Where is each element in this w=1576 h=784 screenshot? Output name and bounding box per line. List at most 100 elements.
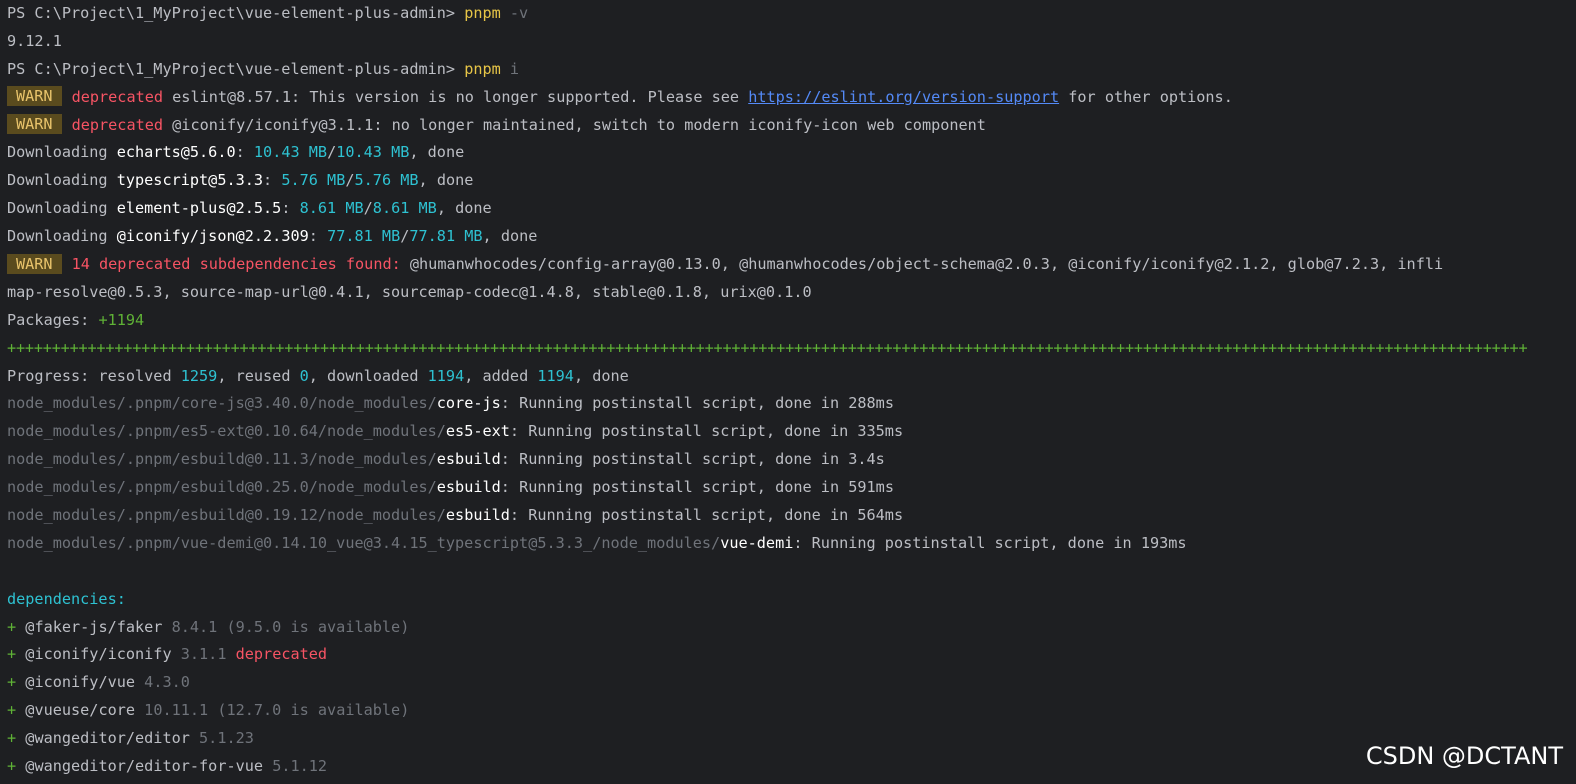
dependency-item: + @vueuse/core 10.11.1 (12.7.0 is availa… (0, 697, 1576, 725)
warn-message-tail: for other options. (1059, 87, 1233, 106)
terminal-line-version-output: 9.12.1 (0, 28, 1576, 56)
download-size-total: 8.61 MB (372, 199, 437, 218)
download-package: typescript@5.3.3 (116, 171, 264, 190)
dependency-name: @wangeditor/editor (25, 729, 190, 748)
terminal-line-download: Downloading element-plus@2.5.5: 8.61 MB/… (0, 195, 1576, 223)
download-size-current: 77.81 MB (327, 227, 401, 246)
download-status: , done (436, 199, 492, 218)
terminal-line-dependencies-heading: dependencies: (0, 586, 1576, 614)
dependency-version: 5.1.12 (263, 757, 328, 776)
command-name: pnpm (464, 59, 501, 78)
separator: : (235, 143, 254, 162)
warn-message: @humanwhocodes/config-array@0.13.0, @hum… (400, 255, 1444, 274)
progress-resolved: 1259 (180, 366, 218, 385)
download-package: echarts@5.6.0 (116, 143, 236, 162)
dependency-version: 5.1.23 (189, 729, 254, 748)
download-size-total: 10.43 MB (336, 143, 410, 162)
eslint-version-support-link[interactable]: https://eslint.org/version-support (748, 88, 1059, 106)
postinstall-status: : Running postinstall script, done in 56… (509, 506, 904, 525)
separator: / (345, 171, 355, 190)
separator: : (263, 171, 282, 190)
terminal-line-postinstall: node_modules/.pnpm/es5-ext@0.10.64/node_… (0, 418, 1576, 446)
download-prefix: Downloading (7, 143, 117, 162)
progress-reused: 0 (299, 366, 309, 385)
packages-label: Packages: (7, 310, 99, 329)
dependency-version: 3.1.1 (171, 645, 236, 664)
module-path: node_modules/.pnpm/es5-ext@0.10.64/node_… (7, 422, 446, 441)
download-prefix: Downloading (7, 199, 117, 218)
download-status: , done (409, 143, 465, 162)
dependency-item: + @faker-js/faker 8.4.1 (9.5.0 is availa… (0, 614, 1576, 642)
watermark: CSDN @DCTANT (1365, 742, 1563, 770)
module-name: es5-ext (445, 422, 510, 441)
terminal-window[interactable]: PS C:\Project\1_MyProject\vue-element-pl… (0, 0, 1576, 784)
download-package: @iconify/json@2.2.309 (116, 227, 309, 246)
dependencies-heading: dependencies: (7, 589, 126, 608)
module-path: node_modules/.pnpm/esbuild@0.25.0/node_m… (7, 478, 437, 497)
module-path: node_modules/.pnpm/core-js@3.40.0/node_m… (7, 394, 437, 413)
download-status: , done (418, 171, 474, 190)
progress-label: , downloaded (308, 366, 428, 385)
separator: / (363, 199, 373, 218)
progress-label: , added (464, 366, 538, 385)
download-size-total: 5.76 MB (354, 171, 419, 190)
progress-added: 1194 (537, 366, 574, 385)
postinstall-status: : Running postinstall script, done in 28… (500, 394, 894, 413)
separator: : (281, 199, 300, 218)
dependency-version: 10.11.1 (12.7.0 is available) (135, 701, 410, 720)
deprecated-tag: 14 deprecated subdependencies found: (71, 255, 401, 274)
download-size-current: 10.43 MB (253, 143, 328, 162)
added-marker: + (7, 701, 26, 720)
terminal-line-postinstall: node_modules/.pnpm/esbuild@0.11.3/node_m… (0, 446, 1576, 474)
postinstall-status: : Running postinstall script, done in 59… (500, 478, 894, 497)
progress-downloaded: 1194 (427, 366, 465, 385)
module-name: core-js (436, 394, 501, 413)
warn-message: @iconify/iconify@3.1.1: no longer mainta… (163, 115, 986, 134)
terminal-line-warn-subdependencies: WARN 14 deprecated subdependencies found:… (0, 251, 1576, 279)
progress-plus-bar: ++++++++++++++++++++++++++++++++++++++++… (7, 338, 1528, 357)
dependency-name: @faker-js/faker (25, 617, 163, 636)
progress-status: , done (573, 366, 629, 385)
postinstall-status: : Running postinstall script, done in 33… (509, 422, 904, 441)
dependency-version: 4.3.0 (135, 673, 190, 692)
terminal-line-postinstall: node_modules/.pnpm/esbuild@0.25.0/node_m… (0, 474, 1576, 502)
postinstall-status: : Running postinstall script, done in 19… (793, 533, 1187, 552)
dependency-item: + @iconify/vue 4.3.0 (0, 669, 1576, 697)
module-path: node_modules/.pnpm/esbuild@0.11.3/node_m… (7, 450, 437, 469)
dependency-item: + @wangeditor/editor-for-vue 5.1.12 (0, 753, 1576, 781)
warn-badge: WARN (7, 114, 62, 135)
progress-label: , reused (217, 366, 300, 385)
module-name: esbuild (445, 506, 510, 525)
added-marker: + (7, 729, 26, 748)
download-prefix: Downloading (7, 171, 117, 190)
added-marker: + (7, 617, 26, 636)
command-name: pnpm (464, 4, 501, 22)
module-path: node_modules/.pnpm/vue-demi@0.14.10_vue@… (7, 533, 721, 552)
terminal-line-download: Downloading @iconify/json@2.2.309: 77.81… (0, 223, 1576, 251)
terminal-line-progress-bar: ++++++++++++++++++++++++++++++++++++++++… (0, 335, 1576, 363)
added-marker: + (7, 757, 26, 776)
terminal-line-warn-eslint: WARN deprecated eslint@8.57.1: This versi… (0, 84, 1576, 112)
terminal-line-postinstall: node_modules/.pnpm/esbuild@0.19.12/node_… (0, 502, 1576, 530)
dependency-name: @vueuse/core (25, 701, 136, 720)
deprecated-tag: deprecated (71, 87, 164, 106)
download-size-current: 8.61 MB (299, 199, 364, 218)
download-size-current: 5.76 MB (281, 171, 346, 190)
progress-label: Progress: resolved (7, 366, 181, 385)
module-name: esbuild (436, 450, 501, 469)
terminal-line-download: Downloading typescript@5.3.3: 5.76 MB/5.… (0, 167, 1576, 195)
shell-prompt: PS C:\Project\1_MyProject\vue-element-pl… (7, 59, 465, 78)
terminal-line-progress: Progress: resolved 1259, reused 0, downl… (0, 363, 1576, 391)
terminal-line-warn-iconify: WARN deprecated @iconify/iconify@3.1.1: n… (0, 112, 1576, 140)
warn-badge: WARN (7, 86, 62, 107)
warn-badge: WARN (7, 253, 62, 274)
download-package: element-plus@2.5.5 (116, 199, 282, 218)
deprecated-tag: deprecated (71, 115, 164, 134)
added-marker: + (7, 673, 26, 692)
download-status: , done (482, 227, 538, 246)
terminal-line-command-pnpm-install: PS C:\Project\1_MyProject\vue-element-pl… (0, 56, 1576, 84)
separator: / (400, 227, 410, 246)
download-size-total: 77.81 MB (409, 227, 483, 246)
dependency-version: 8.4.1 (9.5.0 is available) (162, 617, 410, 636)
